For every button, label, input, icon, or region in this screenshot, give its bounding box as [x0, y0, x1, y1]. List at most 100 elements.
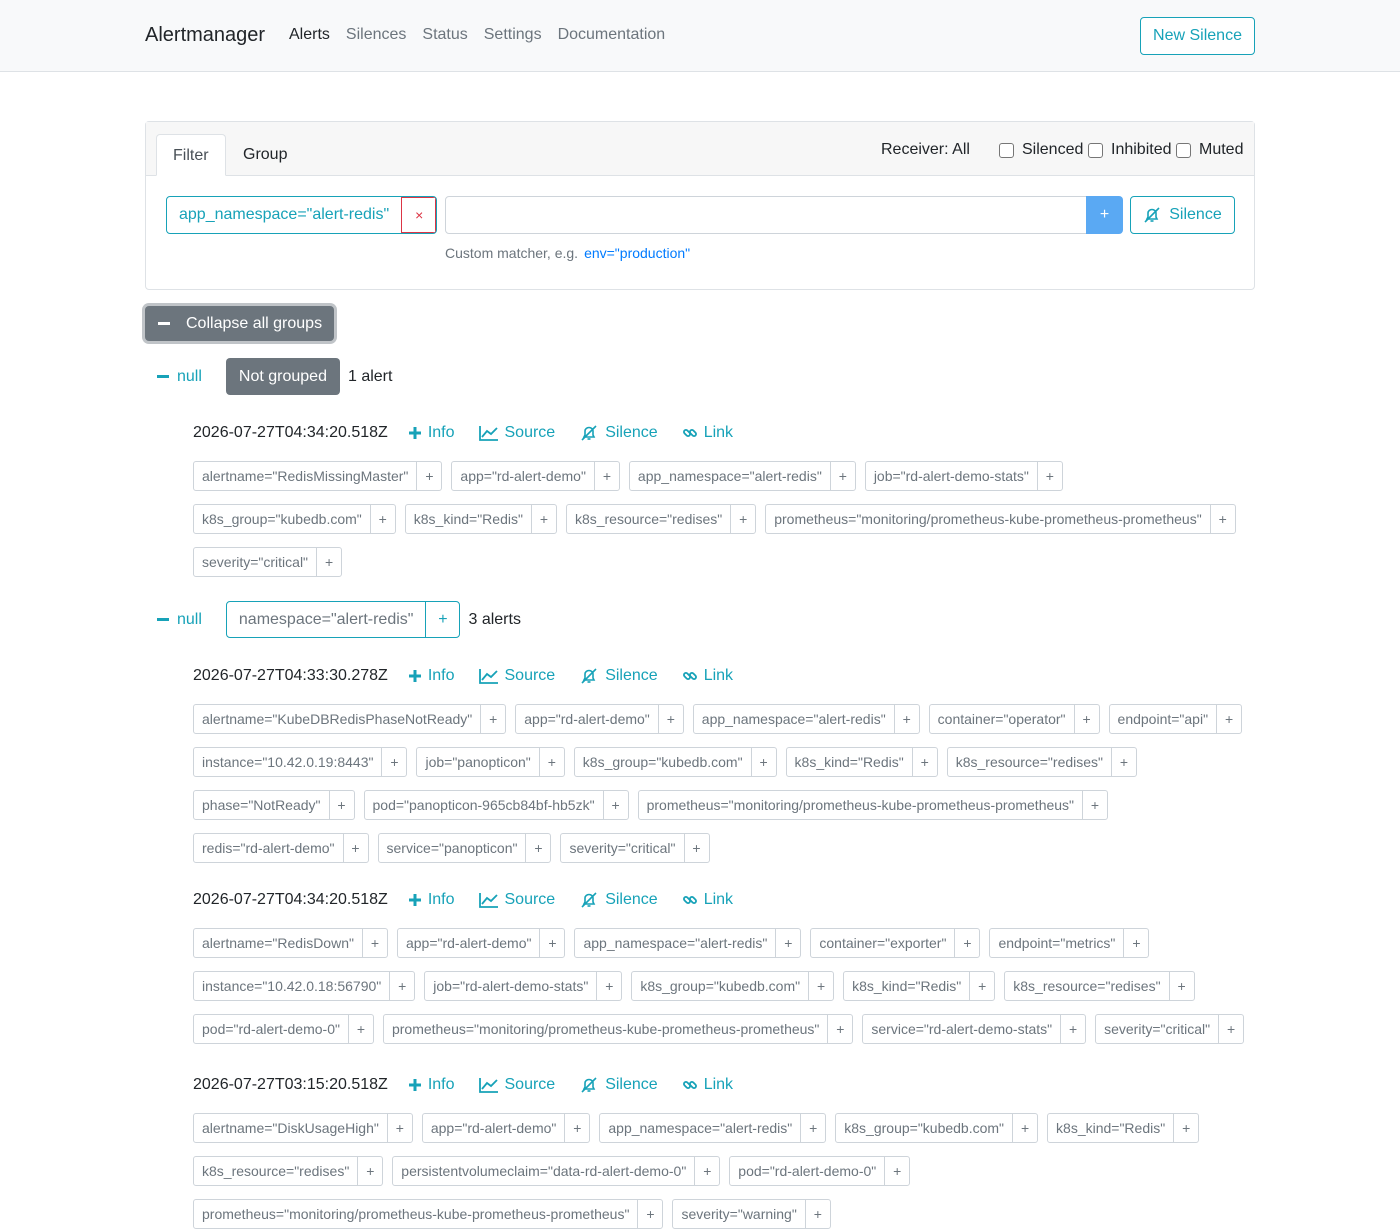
- label-text[interactable]: app_namespace="alert-redis": [600, 1114, 800, 1142]
- label-text[interactable]: app="rd-alert-demo": [423, 1114, 565, 1142]
- add-label-filter-button[interactable]: +: [1036, 462, 1062, 490]
- label-text[interactable]: app="rd-alert-demo": [452, 462, 594, 490]
- add-label-filter-button[interactable]: +: [593, 462, 619, 490]
- label-text[interactable]: severity="critical": [1096, 1015, 1218, 1043]
- info-button[interactable]: Info: [408, 1076, 455, 1094]
- add-label-filter-button[interactable]: +: [884, 1157, 909, 1185]
- tab-filter[interactable]: Filter: [156, 134, 226, 176]
- add-label-filter-button[interactable]: +: [683, 834, 709, 862]
- label-text[interactable]: phase="NotReady": [194, 791, 329, 819]
- brand-title[interactable]: Alertmanager: [145, 24, 265, 47]
- add-label-filter-button[interactable]: +: [1082, 791, 1107, 819]
- add-label-filter-button[interactable]: +: [750, 748, 776, 776]
- label-text[interactable]: container="exporter": [811, 929, 954, 957]
- info-button[interactable]: Info: [408, 891, 455, 909]
- add-label-filter-button[interactable]: +: [525, 834, 550, 862]
- label-text[interactable]: severity="warning": [673, 1200, 804, 1228]
- checkbox-box[interactable]: [999, 142, 1014, 158]
- label-text[interactable]: k8s_kind="Redis": [1048, 1114, 1173, 1142]
- add-label-filter-button[interactable]: +: [564, 1114, 589, 1142]
- add-label-filter-button[interactable]: +: [804, 1200, 830, 1228]
- group-label-text[interactable]: namespace="alert-redis": [227, 602, 426, 637]
- add-label-filter-button[interactable]: +: [657, 705, 683, 733]
- add-label-filter-button[interactable]: +: [1168, 972, 1194, 1000]
- add-label-filter-button[interactable]: +: [596, 972, 621, 1000]
- label-text[interactable]: alertname="RedisMissingMaster": [194, 462, 416, 490]
- add-label-filter-button[interactable]: +: [730, 505, 755, 533]
- silenced-checkbox[interactable]: Silenced: [999, 141, 1083, 159]
- add-label-filter-button[interactable]: +: [893, 705, 919, 733]
- add-label-filter-button[interactable]: +: [1123, 929, 1148, 957]
- label-text[interactable]: pod="rd-alert-demo-0": [194, 1015, 348, 1043]
- add-label-filter-button[interactable]: +: [954, 929, 979, 957]
- label-text[interactable]: k8s_group="kubedb.com": [632, 972, 808, 1000]
- receiver-select[interactable]: Receiver: All: [881, 141, 970, 159]
- label-text[interactable]: severity="critical": [561, 834, 683, 862]
- add-label-filter-button[interactable]: +: [829, 462, 855, 490]
- label-text[interactable]: app_namespace="alert-redis": [694, 705, 894, 733]
- label-text[interactable]: app_namespace="alert-redis": [630, 462, 830, 490]
- label-text[interactable]: pod="panopticon-965cb84bf-hb5zk": [365, 791, 603, 819]
- collapse-all-button[interactable]: Collapse all groups: [145, 306, 334, 341]
- link-button[interactable]: Link: [682, 891, 733, 909]
- add-label-filter-button[interactable]: +: [637, 1200, 662, 1228]
- add-label-filter-button[interactable]: +: [1173, 1114, 1198, 1142]
- label-text[interactable]: k8s_kind="Redis": [787, 748, 912, 776]
- checkbox-box[interactable]: [1176, 142, 1191, 158]
- add-label-filter-button[interactable]: +: [602, 791, 628, 819]
- add-label-filter-button[interactable]: +: [416, 462, 441, 490]
- custom-matcher-input[interactable]: [445, 196, 1087, 234]
- link-button[interactable]: Link: [682, 667, 733, 685]
- label-text[interactable]: k8s_resource="redises": [1005, 972, 1168, 1000]
- add-label-filter-button[interactable]: +: [808, 972, 833, 1000]
- source-button[interactable]: Source: [478, 424, 555, 442]
- label-text[interactable]: k8s_kind="Redis": [844, 972, 969, 1000]
- label-text[interactable]: job="rd-alert-demo-stats": [866, 462, 1037, 490]
- label-text[interactable]: instance="10.42.0.18:56790": [194, 972, 389, 1000]
- label-text[interactable]: service="panopticon": [379, 834, 526, 862]
- nav-settings[interactable]: Settings: [484, 26, 542, 44]
- label-text[interactable]: prometheus="monitoring/prometheus-kube-p…: [639, 791, 1082, 819]
- link-button[interactable]: Link: [682, 424, 733, 442]
- label-text[interactable]: alertname="KubeDBRedisPhaseNotReady": [194, 705, 480, 733]
- add-label-filter-button[interactable]: +: [1209, 505, 1235, 533]
- add-label-filter-button[interactable]: +: [361, 929, 387, 957]
- nav-documentation[interactable]: Documentation: [558, 26, 666, 44]
- silence-button[interactable]: Silence: [579, 891, 658, 909]
- label-text[interactable]: instance="10.42.0.19:8443": [194, 748, 381, 776]
- label-text[interactable]: job="rd-alert-demo-stats": [425, 972, 596, 1000]
- add-label-filter-button[interactable]: +: [539, 929, 564, 957]
- add-label-filter-button[interactable]: +: [530, 505, 556, 533]
- label-text[interactable]: endpoint="api": [1110, 705, 1217, 733]
- add-label-filter-button[interactable]: +: [1012, 1114, 1037, 1142]
- label-text[interactable]: redis="rd-alert-demo": [194, 834, 343, 862]
- add-label-filter-button[interactable]: +: [316, 548, 341, 576]
- add-label-filter-button[interactable]: +: [381, 748, 406, 776]
- add-label-filter-button[interactable]: +: [1060, 1015, 1085, 1043]
- add-label-filter-button[interactable]: +: [389, 972, 414, 1000]
- checkbox-box[interactable]: [1088, 142, 1103, 158]
- nav-alerts[interactable]: Alerts: [289, 26, 330, 44]
- add-filter-button[interactable]: +: [425, 602, 459, 637]
- silence-button[interactable]: Silence: [579, 667, 658, 685]
- source-button[interactable]: Source: [478, 667, 555, 685]
- label-text[interactable]: k8s_group="kubedb.com": [836, 1114, 1012, 1142]
- muted-checkbox[interactable]: Muted: [1176, 141, 1243, 159]
- label-text[interactable]: app_namespace="alert-redis": [575, 929, 775, 957]
- label-text[interactable]: service="rd-alert-demo-stats": [863, 1015, 1060, 1043]
- add-label-filter-button[interactable]: +: [694, 1157, 719, 1185]
- source-button[interactable]: Source: [478, 1076, 555, 1094]
- label-text[interactable]: k8s_group="kubedb.com": [575, 748, 751, 776]
- add-label-filter-button[interactable]: +: [342, 834, 368, 862]
- info-button[interactable]: Info: [408, 424, 455, 442]
- add-label-filter-button[interactable]: +: [827, 1015, 852, 1043]
- add-label-filter-button[interactable]: +: [538, 748, 564, 776]
- add-label-filter-button[interactable]: +: [800, 1114, 825, 1142]
- nav-status[interactable]: Status: [422, 26, 467, 44]
- label-text[interactable]: k8s_kind="Redis": [406, 505, 531, 533]
- label-text[interactable]: k8s_resource="redises": [948, 748, 1111, 776]
- label-text[interactable]: persistentvolumeclaim="data-rd-alert-dem…: [393, 1157, 694, 1185]
- label-text[interactable]: severity="critical": [194, 548, 316, 576]
- add-label-filter-button[interactable]: +: [357, 1157, 382, 1185]
- remove-matcher-icon[interactable]: ×: [401, 197, 437, 233]
